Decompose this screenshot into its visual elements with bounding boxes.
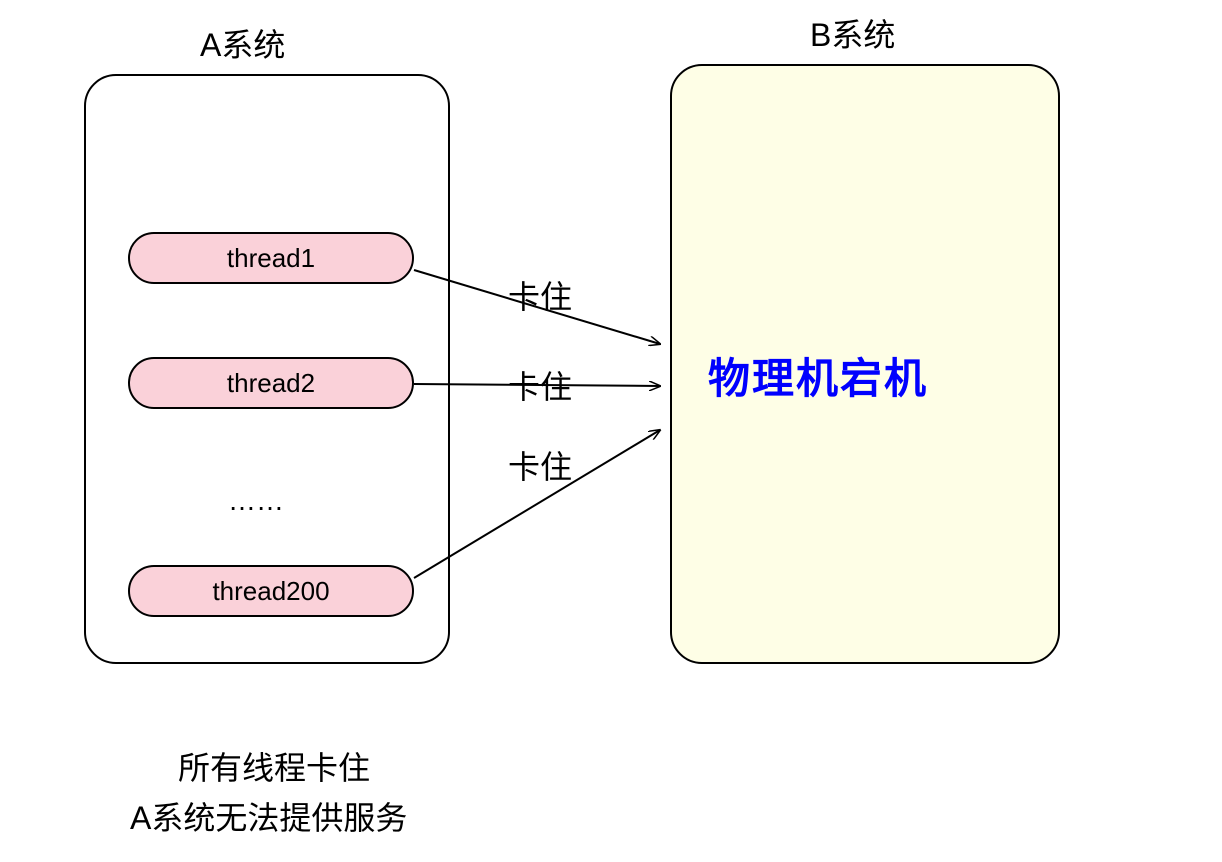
system-b-status: 物理机宕机 (708, 345, 928, 406)
stuck-label-2: 卡住 (508, 362, 572, 408)
thread-ellipsis: …… (228, 485, 284, 517)
thread-chip-1: thread1 (128, 232, 414, 284)
stuck-label-3: 卡住 (508, 442, 572, 488)
stuck-label-1: 卡住 (508, 272, 572, 318)
caption-line-1: 所有线程卡住 (178, 743, 370, 789)
thread-chip-200: thread200 (128, 565, 414, 617)
thread-chip-2: thread2 (128, 357, 414, 409)
system-b-title: B系统 (810, 10, 895, 56)
caption-line-2: A系统无法提供服务 (130, 793, 407, 839)
system-a-title: A系统 (200, 20, 285, 66)
